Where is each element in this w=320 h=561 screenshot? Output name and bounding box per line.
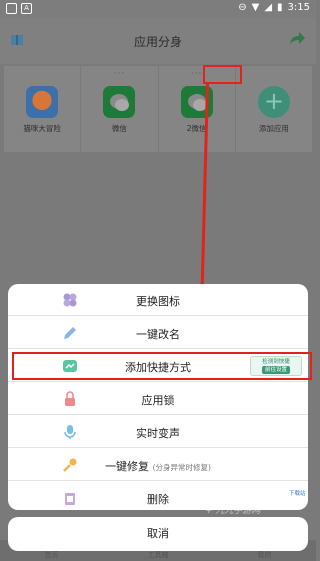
page-title: 应用分身 — [133, 35, 182, 49]
menu-item-delete[interactable]: 删除 — [8, 482, 308, 514]
menu-item-rename[interactable]: 一键改名 — [8, 317, 308, 349]
download-site-label: 下载站 — [289, 491, 306, 497]
wifi-icon: ▼ — [251, 2, 260, 13]
menu-item-label: 删除 — [147, 493, 169, 506]
repair-sublabel: (分身异常时修复) — [152, 463, 211, 472]
app-cell-wechat[interactable]: ··· 微信 — [81, 66, 159, 152]
app-cell-game[interactable]: 猫咪大冒险 — [4, 66, 82, 152]
app-grid: 猫咪大冒险 ··· 微信 ··· 2微信 + 添加应用 — [4, 66, 312, 152]
menu-item-label: 更换图标 — [136, 295, 180, 308]
menu-item-change-icon[interactable]: 更换图标 — [8, 284, 308, 316]
watermark: + 九九手游网 — [205, 506, 261, 516]
wechat-icon — [103, 86, 136, 118]
battery-icon: ▮ — [277, 2, 283, 13]
plus-icon: + — [257, 86, 290, 118]
cancel-button[interactable]: 取消 — [8, 517, 308, 551]
share-arrow-icon[interactable] — [288, 30, 306, 50]
menu-item-label: 一键修复 (分身异常时修复) — [8, 458, 308, 474]
game-app-icon — [26, 86, 59, 118]
app-label: 2微信 — [186, 124, 207, 133]
action-sheet: 更换图标 一键改名 添加快捷方式 应用锁 实时变声 一键修复 (分身异常时修复)… — [8, 284, 308, 510]
menu-item-app-lock[interactable]: 应用锁 — [8, 383, 308, 415]
menu-item-label: 一键改名 — [136, 328, 180, 341]
hint-text: 检测到快捷 — [262, 359, 290, 365]
app-label: 微信 — [111, 124, 127, 133]
notification-a-icon: A — [21, 3, 32, 14]
menu-item-label: 实时变声 — [136, 427, 180, 440]
nav-mine[interactable]: 我的 — [258, 550, 272, 561]
shortcut-hint-tag[interactable]: 检测到快捷 前往设置 — [250, 356, 302, 376]
repair-label: 一键修复 — [105, 460, 150, 473]
highlight-box-more — [203, 65, 242, 84]
app-cell-add[interactable]: + 添加应用 — [236, 66, 312, 152]
app-label: 猫咪大冒险 — [23, 124, 61, 133]
minus-circle-icon: ⊖ — [238, 2, 247, 13]
nav-toolbox[interactable]: 工具箱 — [148, 550, 169, 561]
status-bar: A ⊖ ▼ ◢ ▮ 3:15 — [0, 0, 316, 18]
more-dots[interactable]: ··· — [81, 69, 157, 79]
nav-home[interactable]: 首页 — [45, 550, 59, 561]
menu-item-label: 应用锁 — [141, 394, 175, 407]
notification-icon — [6, 3, 17, 14]
app-label: 添加应用 — [258, 124, 289, 133]
menu-item-voice-change[interactable]: 实时变声 — [8, 416, 308, 448]
signal-icon: ◢ — [264, 2, 273, 13]
hint-button[interactable]: 前往设置 — [261, 366, 290, 374]
app-bar: 应用分身 — [0, 18, 316, 64]
menu-item-repair[interactable]: 一键修复 (分身异常时修复) — [8, 449, 308, 481]
clock-time: 3:15 — [287, 2, 310, 13]
